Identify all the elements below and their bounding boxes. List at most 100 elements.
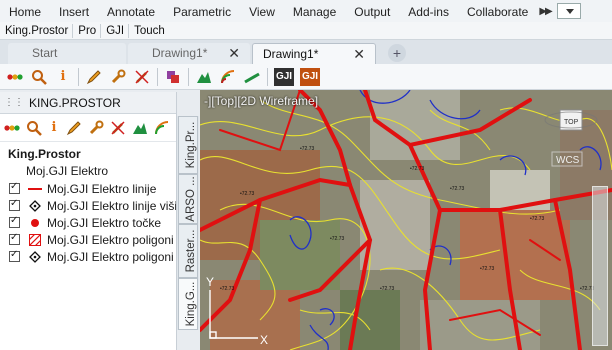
- ribbon-tab-home[interactable]: Home: [0, 0, 50, 22]
- panel-toolbar: i: [0, 114, 176, 142]
- tree-item-label: Moj.GJI Elektro linije višine: [47, 198, 176, 213]
- grip-icon[interactable]: ⋮⋮: [4, 97, 24, 108]
- file-tab-start[interactable]: Start: [8, 43, 126, 64]
- wrench-icon[interactable]: [109, 68, 127, 86]
- side-tab-king-prostor[interactable]: King.Pr...: [178, 116, 198, 174]
- tree-item-points[interactable]: Moj.GJI Elektro točke: [4, 214, 176, 231]
- toolbar-separator: [157, 67, 158, 86]
- ribbon-tab-annotate[interactable]: Annotate: [98, 0, 164, 22]
- gji-icon[interactable]: GJI: [274, 67, 294, 86]
- ribbon-tab-collaborate[interactable]: Collaborate: [458, 0, 537, 22]
- pencil-icon[interactable]: [66, 119, 82, 137]
- close-tab-icon[interactable]: ✕: [353, 44, 365, 65]
- navigation-bar[interactable]: [592, 186, 608, 346]
- tree-item-polygon-heights[interactable]: Moj.GJI Elektro poligoni višine: [4, 248, 176, 265]
- file-tab-label: Drawing1*: [152, 46, 208, 60]
- layer-checkbox[interactable]: [9, 215, 20, 228]
- search-icon[interactable]: [30, 68, 48, 86]
- panel-header: ⋮⋮ KING.PROSTOR: [0, 92, 176, 114]
- tree-item-polygons[interactable]: Moj.GJI Elektro poligoni: [4, 231, 176, 248]
- svg-text:•72.73: •72.73: [240, 191, 254, 197]
- ribbon-tab-insert[interactable]: Insert: [50, 0, 98, 22]
- toolbar-separator: [78, 67, 79, 86]
- gji-edit-icon[interactable]: GJI: [300, 67, 320, 86]
- svg-text:•72.73: •72.73: [300, 146, 314, 152]
- drawing-viewport[interactable]: -][Top][2D Wireframe] •72.73 •72.73 •72.…: [200, 90, 612, 350]
- king-prostor-panel: ⋮⋮ KING.PROSTOR i King.Prostor Moj.GJI E…: [0, 92, 177, 350]
- height-point-icon: [26, 250, 44, 263]
- side-tab-label: ARSO ...: [185, 176, 197, 222]
- toolbar-separator: [188, 67, 189, 86]
- tree-group[interactable]: Moj.GJI Elektro: [4, 163, 176, 180]
- map-canvas[interactable]: •72.73 •72.73 •72.73 •72.73 •72.73 •72.7…: [200, 90, 612, 350]
- side-tab-king-gji[interactable]: King.G...: [178, 278, 198, 330]
- plugin-tab-king-prostor[interactable]: King.Prostor: [0, 23, 74, 38]
- no-edit-icon[interactable]: [133, 68, 151, 86]
- ribbon-tabs: Home Insert Annotate Parametric View Man…: [0, 0, 612, 22]
- tree-item-label: Moj.GJI Elektro poligoni višine: [47, 249, 176, 264]
- more-tabs-icon[interactable]: ▶▶: [539, 6, 552, 17]
- ribbon-tab-parametric[interactable]: Parametric: [164, 0, 240, 22]
- plugin-tabs: King.Prostor Pro GJI Touch: [0, 22, 612, 40]
- slope-icon[interactable]: [243, 68, 261, 86]
- wrench-icon[interactable]: [88, 119, 104, 137]
- no-edit-icon[interactable]: [110, 119, 126, 137]
- file-tab-drawing1-inactive[interactable]: Drawing1* ✕: [128, 43, 250, 64]
- x-axis-label: X: [260, 333, 268, 347]
- traffic-lights-icon[interactable]: [6, 68, 24, 86]
- plugin-tab-gji[interactable]: GJI: [101, 23, 130, 38]
- side-tab-label: Raster...: [185, 229, 197, 273]
- plugin-tab-pro[interactable]: Pro: [73, 23, 102, 38]
- tree-root[interactable]: King.Prostor: [4, 146, 176, 163]
- search-icon[interactable]: [26, 119, 42, 137]
- layer-checkbox[interactable]: [9, 198, 20, 211]
- file-tabs: Start Drawing1* ✕ Drawing1* ✕ +: [0, 40, 612, 64]
- layers-icon[interactable]: [164, 68, 182, 86]
- y-axis-label: Y: [206, 275, 214, 289]
- ribbon-tab-add-ins[interactable]: Add-ins: [399, 0, 458, 22]
- signal-icon[interactable]: [154, 119, 170, 137]
- svg-text:•72.73: •72.73: [450, 186, 464, 192]
- file-tab-label: Drawing1*: [263, 47, 319, 61]
- pencil-icon[interactable]: [85, 68, 103, 86]
- tree-item-lines[interactable]: Moj.GJI Elektro linije: [4, 180, 176, 197]
- view-cube-top-label: TOP: [564, 119, 579, 126]
- plugin-tab-touch[interactable]: Touch: [129, 24, 169, 38]
- file-tab-drawing1-active[interactable]: Drawing1* ✕: [252, 43, 376, 64]
- close-tab-icon[interactable]: ✕: [228, 43, 240, 64]
- tree-item-label: Moj.GJI Elektro poligoni: [47, 232, 174, 247]
- tree-item-label: Moj.GJI Elektro linije: [47, 181, 157, 196]
- panel-side-tabs: King.Pr... ARSO ... Raster... King.G...: [177, 116, 199, 330]
- svg-text:•72.73: •72.73: [330, 236, 344, 242]
- toolbar-separator: [267, 67, 268, 86]
- ribbon-tab-output[interactable]: Output: [345, 0, 399, 22]
- layer-checkbox[interactable]: [9, 181, 20, 194]
- viewport-controls[interactable]: -][Top][2D Wireframe]: [204, 94, 318, 108]
- side-tab-label: King.Pr...: [185, 121, 197, 169]
- ribbon-tab-view[interactable]: View: [240, 0, 284, 22]
- layer-checkbox[interactable]: [9, 232, 20, 245]
- side-tab-arso[interactable]: ARSO ...: [178, 174, 198, 224]
- side-tab-raster[interactable]: Raster...: [178, 224, 198, 278]
- tree-item-line-heights[interactable]: Moj.GJI Elektro linije višine: [4, 197, 176, 214]
- new-tab-button[interactable]: +: [388, 44, 406, 62]
- ribbon-tab-manage[interactable]: Manage: [284, 0, 345, 22]
- point-symbol-icon: [26, 218, 44, 228]
- hatch-symbol-icon: [26, 233, 44, 246]
- plugin-toolbar: i GJI GJI: [0, 64, 612, 90]
- info-icon[interactable]: i: [48, 119, 60, 137]
- panel-title: KING.PROSTOR: [29, 95, 121, 110]
- layer-checkbox[interactable]: [9, 249, 20, 262]
- height-point-icon: [26, 199, 44, 212]
- info-icon[interactable]: i: [54, 68, 72, 86]
- traffic-lights-icon[interactable]: [4, 119, 20, 137]
- ribbon-dropdown-button[interactable]: [556, 3, 581, 19]
- terrain-icon[interactable]: [132, 119, 148, 137]
- signal-icon[interactable]: [219, 68, 237, 86]
- layer-tree: King.Prostor Moj.GJI Elektro Moj.GJI Ele…: [0, 142, 176, 265]
- line-symbol-icon: [26, 186, 44, 192]
- file-tab-start-label: Start: [32, 46, 58, 60]
- tree-item-label: Moj.GJI Elektro točke: [47, 215, 162, 230]
- wcs-label[interactable]: WCS: [556, 155, 580, 166]
- terrain-icon[interactable]: [195, 68, 213, 86]
